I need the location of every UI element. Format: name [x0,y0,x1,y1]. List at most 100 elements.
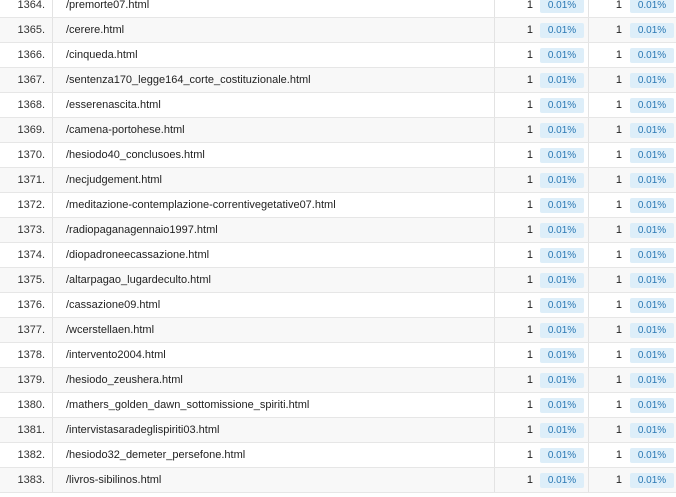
page-path-link[interactable]: /intervistasaradeglispiriti03.html [66,418,219,442]
column-divider [52,143,53,167]
row-index: 1372. [17,199,45,211]
page-path-link[interactable]: /premorte07.html [66,0,149,17]
table-row: 1380. /mathers_golden_dawn_sottomissione_… [0,393,676,418]
unique-percent-badge: 0.01% [630,123,674,138]
row-index: 1376. [17,299,45,311]
row-index: 1366. [17,49,45,61]
column-divider [52,468,53,492]
pageviews-value: 1 [526,399,533,411]
unique-pageviews-value: 1 [615,474,622,486]
page-path-link[interactable]: /hesiodo40_conclusoes.html [66,143,205,167]
column-divider [494,143,495,167]
column-divider [52,93,53,117]
page-path-link[interactable]: /radiopaganagennaio1997.html [66,218,218,242]
pageviews-percent-badge: 0.01% [540,348,584,363]
column-divider [588,118,589,142]
table-row: 1372. /meditazione-contemplazione-corrent… [0,193,676,218]
unique-pageviews-value: 1 [615,149,622,161]
table-row: 1367. /sentenza170_legge164_corte_costitu… [0,68,676,93]
pageviews-percent-badge: 0.01% [540,148,584,163]
pageviews-value: 1 [526,274,533,286]
row-index: 1382. [17,449,45,461]
page-path-link[interactable]: /altarpagao_lugardeculto.html [66,268,211,292]
table-row: 1371. /necjudgement.html 1 0.01% 1 0.01% [0,168,676,193]
column-divider [494,0,495,17]
page-path-link[interactable]: /esserenascita.html [66,93,161,117]
page-path-link[interactable]: /cassazione09.html [66,293,160,317]
column-divider [494,393,495,417]
page-path-link[interactable]: /cinqueda.html [66,43,138,67]
page-path-link[interactable]: /intervento2004.html [66,343,166,367]
column-divider [588,143,589,167]
column-divider [52,243,53,267]
unique-pageviews-value: 1 [615,124,622,136]
unique-pageviews-value: 1 [615,199,622,211]
pageviews-percent-badge: 0.01% [540,223,584,238]
pageviews-percent-badge: 0.01% [540,123,584,138]
row-index: 1379. [17,374,45,386]
pageviews-value: 1 [526,74,533,86]
unique-pageviews-value: 1 [615,0,622,11]
unique-percent-badge: 0.01% [630,273,674,288]
page-path-link[interactable]: /mathers_golden_dawn_sottomissione_spiri… [66,393,309,417]
column-divider [494,68,495,92]
page-path-link[interactable]: /diopadroneecassazione.html [66,243,209,267]
column-divider [52,68,53,92]
column-divider [494,468,495,492]
column-divider [588,418,589,442]
pageviews-value: 1 [526,299,533,311]
pageviews-percent-badge: 0.01% [540,198,584,213]
table-row: 1379. /hesiodo_zeushera.html 1 0.01% 1 0.01% [0,368,676,393]
column-divider [588,43,589,67]
pageviews-percent-badge: 0.01% [540,423,584,438]
table-row: 1368. /esserenascita.html 1 0.01% 1 0.01% [0,93,676,118]
unique-pageviews-value: 1 [615,324,622,336]
unique-pageviews-value: 1 [615,399,622,411]
unique-percent-badge: 0.01% [630,223,674,238]
page-path-link[interactable]: /necjudgement.html [66,168,162,192]
page-path-link[interactable]: /wcerstellaen.html [66,318,154,342]
table-row: 1378. /intervento2004.html 1 0.01% 1 0.01% [0,343,676,368]
pageviews-percent-badge: 0.01% [540,448,584,463]
unique-percent-badge: 0.01% [630,148,674,163]
pageviews-value: 1 [526,449,533,461]
pageviews-value: 1 [526,149,533,161]
unique-pageviews-value: 1 [615,99,622,111]
row-index: 1377. [17,324,45,336]
row-index: 1365. [17,24,45,36]
column-divider [588,193,589,217]
table-row: 1374./diopadroneecassazione.html 1 0.01% 1 0… [0,243,676,268]
table-row: 1383. /livros-sibilinos.html 1 0.01% 1 0.01% [0,468,676,493]
pageviews-percent-badge: 0.01% [540,0,584,13]
table-row: 1373. /radiopaganagennaio1997.html 1 0.01% 1… [0,218,676,243]
column-divider [588,468,589,492]
column-divider [52,118,53,142]
row-index: 1378. [17,349,45,361]
table-row: 1364. /premorte07.html 1 0.01% 1 0.01% [0,0,676,18]
unique-percent-badge: 0.01% [630,73,674,88]
page-path-link[interactable]: /hesiodo32_demeter_persefone.html [66,443,245,467]
row-index: 1371. [17,174,45,186]
unique-percent-badge: 0.01% [630,298,674,313]
page-path-link[interactable]: /meditazione-contemplazione-correntivege… [66,193,336,217]
column-divider [52,293,53,317]
row-index: 1373. [17,224,45,236]
column-divider [588,393,589,417]
page-path-link[interactable]: /hesiodo_zeushera.html [66,368,183,392]
page-path-link[interactable]: /cerere.html [66,18,124,42]
table-row: 1365. /cerere.html 1 0.01% 1 0.01% [0,18,676,43]
table-row: 1366. /cinqueda.html 1 0.01% 1 0.01% [0,43,676,68]
pageviews-percent-badge: 0.01% [540,248,584,263]
page-path-link[interactable]: /camena-portohese.html [66,118,185,142]
column-divider [588,443,589,467]
column-divider [52,393,53,417]
unique-pageviews-value: 1 [615,24,622,36]
page-path-link[interactable]: /sentenza170_legge164_corte_costituziona… [66,68,311,92]
column-divider [494,43,495,67]
page-path-link[interactable]: /livros-sibilinos.html [66,468,161,492]
column-divider [52,343,53,367]
unique-percent-badge: 0.01% [630,423,674,438]
row-index: 1381. [17,424,45,436]
unique-pageviews-value: 1 [615,349,622,361]
column-divider [588,243,589,267]
